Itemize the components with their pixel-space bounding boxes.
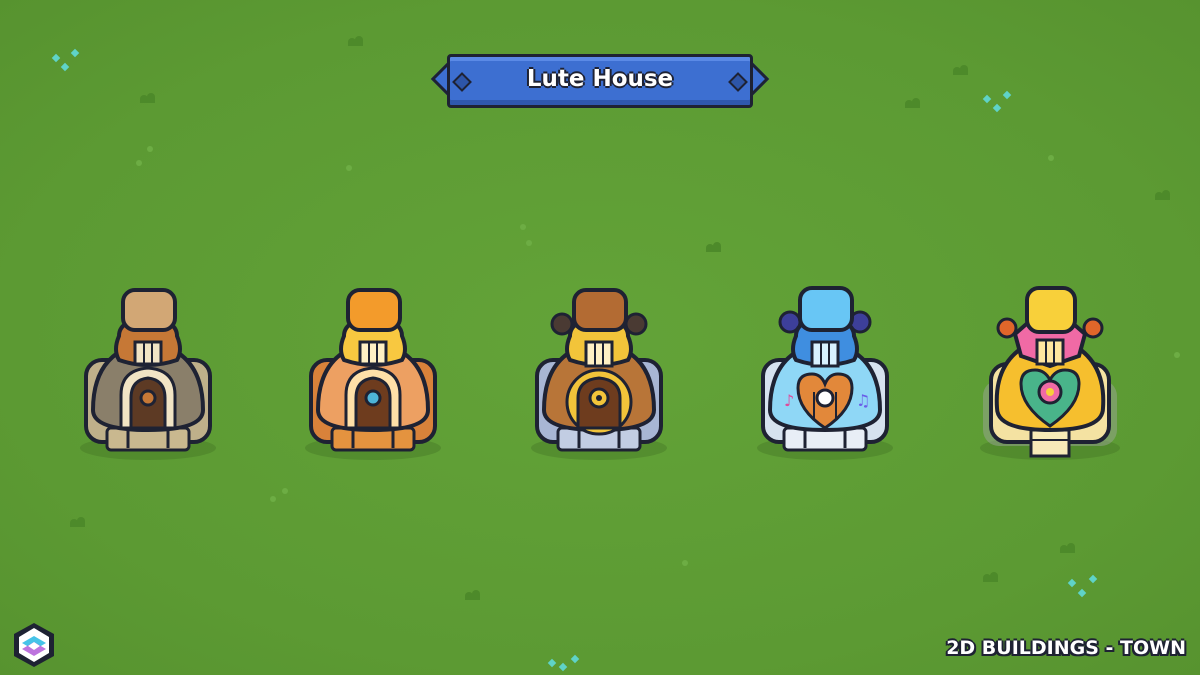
grass-tuft [465, 590, 483, 600]
grass-tuft [905, 98, 923, 108]
grass-dot [346, 165, 352, 171]
grass-tuft [348, 36, 366, 46]
lute-house-tier-4[interactable]: ♪ ♫ [750, 280, 900, 465]
grass-tuft [140, 93, 158, 103]
sparkle-icon [1077, 588, 1087, 598]
grass-dot [1174, 352, 1180, 358]
grass-dot [682, 560, 688, 566]
sparkle-icon [70, 48, 80, 58]
lute-house-tier-1[interactable] [73, 280, 223, 465]
sparkle-icon [1002, 90, 1012, 100]
sparkle-icon [558, 662, 568, 672]
lute-house-ice-icon: ♪ ♫ [757, 286, 893, 460]
grass-tuft [70, 517, 88, 527]
grass-dot [270, 496, 276, 502]
sparkle-icon [60, 62, 70, 72]
sparkle-icon [1067, 578, 1077, 588]
sparkle-icon [570, 654, 580, 664]
lute-house-stone-icon [80, 288, 216, 460]
grass-dot [147, 146, 153, 152]
lute-house-tier-2[interactable] [298, 280, 448, 465]
title-banner: Lute House [430, 54, 770, 110]
grass-dot [136, 160, 142, 166]
svg-text:♪: ♪ [784, 391, 794, 410]
grass-dot [1048, 155, 1054, 161]
sparkle-icon [992, 103, 1002, 113]
grass-tuft [953, 65, 971, 75]
page-title: Lute House [526, 66, 674, 92]
footer-label: 2D BUILDINGS - TOWN [946, 637, 1186, 659]
grass-dot [526, 240, 532, 246]
lute-house-gear-icon [531, 288, 667, 460]
game-stage: Lute House ♪ ♫ 2D BUILDINGS - TOWN [0, 0, 1200, 675]
lute-house-tier-5[interactable] [975, 280, 1125, 465]
lute-house-tier-3[interactable] [524, 280, 674, 465]
grass-dot [520, 224, 526, 230]
hexagon-logo-icon [10, 621, 58, 669]
sparkle-icon [982, 94, 992, 104]
grass-tuft [1060, 543, 1078, 553]
grass-tuft [1155, 190, 1173, 200]
sparkle-icon [51, 53, 61, 63]
svg-text:♫: ♫ [856, 391, 870, 410]
sparkle-icon [1088, 574, 1098, 584]
lute-house-orange-icon [305, 288, 441, 460]
lute-house-royal-icon [980, 286, 1120, 460]
sparkle-icon [547, 658, 557, 668]
grass-tuft [983, 572, 1001, 582]
grass-tuft [706, 242, 724, 252]
grass-dot [282, 488, 288, 494]
